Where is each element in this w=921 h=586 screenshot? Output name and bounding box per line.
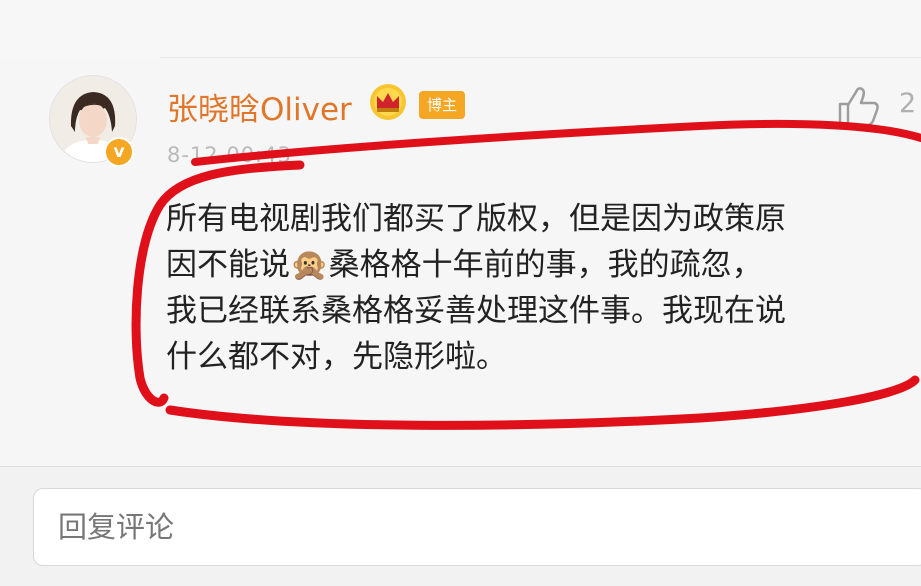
verified-badge: v [104, 137, 134, 167]
top-strip [0, 0, 921, 58]
comment-text: 所有电视剧我们都买了版权，但是因为政策原 因不能说🙊桑格格十年前的事，我的疏忽，… [166, 196, 921, 380]
comment-text-line: 所有电视剧我们都买了版权，但是因为政策原 [166, 201, 786, 237]
crown-icon[interactable] [368, 82, 408, 122]
comment-username[interactable]: 张晓晗Oliver [167, 84, 352, 129]
comment-timestamp: 8-12 00:43 [167, 143, 292, 167]
like-count: 2 [899, 88, 917, 119]
comment-text-line: 什么都不对，先隐形啦。 [166, 339, 507, 375]
comment-text-line: 我已经联系桑格格妥善处理这件事。我现在说 [166, 293, 786, 329]
comment-text-line: 因不能说🙊桑格格十年前的事，我的疏忽， [166, 247, 763, 283]
like-icon[interactable] [836, 84, 882, 128]
author-tag: 博主 [419, 91, 466, 119]
reply-input[interactable] [33, 488, 921, 566]
